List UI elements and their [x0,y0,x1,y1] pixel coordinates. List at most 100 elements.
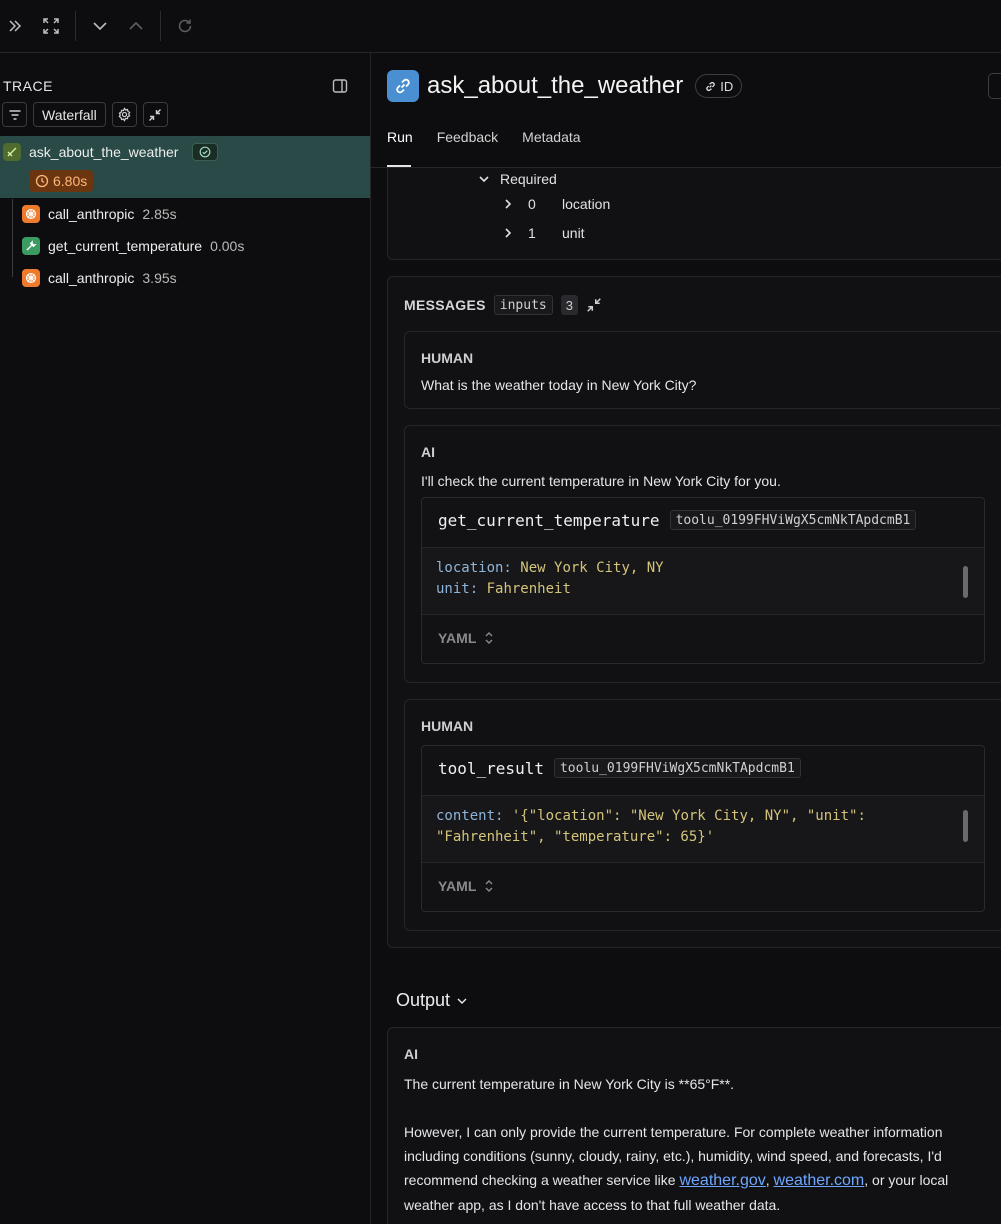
tab-feedback[interactable]: Feedback [437,129,498,145]
chevron-right-icon [505,228,512,238]
collapse-icon[interactable] [586,297,602,313]
arg-line: unit: Fahrenheit [436,581,571,597]
toolbar-divider [75,11,76,41]
expand-right-icon[interactable] [0,8,33,44]
chevron-updown-icon [485,880,493,892]
message-human: HUMAN What is the weather today in New Y… [404,331,1001,409]
messages-header: MESSAGES inputs 3 [404,295,602,315]
trace-child-row[interactable]: call_anthropic 2.85s [22,205,177,223]
trace-panel: TRACE Waterfall ask_about_the_weather 6.… [0,53,371,1224]
output-paragraph: However, I can only provide the current … [404,1124,949,1213]
duration-badge: 6.80s [29,170,94,192]
required-label: Required [500,171,557,187]
format-select[interactable]: YAML [438,630,494,646]
output-role: AI [404,1046,418,1062]
content-line: content: '{"location": "New York City, N… [436,808,866,824]
tool-schema-card: Required 0 location 1 unit [387,153,1001,260]
fullscreen-icon[interactable] [33,8,69,44]
tool-call-id: toolu_0199FHViWgX5cmNkTApdcmB1 [669,510,917,530]
trace-controls: Waterfall [2,102,168,127]
tabs-divider [371,167,1001,168]
sidebar-toggle-icon[interactable] [331,77,349,95]
tool-call-args: location: New York City, NY unit: Fahren… [422,547,984,615]
tree-connector [12,199,13,277]
output-paragraph: The current temperature in New York City… [404,1076,735,1092]
messages-card: MESSAGES inputs 3 HUMAN What is the weat… [387,276,1001,948]
toolbar-divider [160,11,161,41]
filter-icon[interactable] [2,102,27,127]
trace-child-row[interactable]: get_current_temperature 0.00s [22,237,244,255]
duration-value: 6.80s [53,173,88,189]
run-header: ask_about_the_weather ID Run Feedback Me… [371,53,1001,168]
collapse-icon[interactable] [142,102,168,127]
chain-icon [3,143,21,161]
arg-line: location: New York City, NY [436,560,664,576]
scrollbar[interactable] [963,810,968,842]
trace-child-name: call_anthropic [48,270,135,286]
link-chain-icon [387,70,419,102]
required-value: unit [562,225,585,241]
required-value: location [562,196,611,212]
trace-child-duration: 3.95s [142,270,177,286]
tool-result-box: tool_result toolu_0199FHViWgX5cmNkTApdcm… [421,745,985,912]
output-title: Output [396,990,451,1010]
message-role: HUMAN [421,350,474,366]
scrollbar[interactable] [963,566,968,598]
format-label: YAML [438,878,477,894]
run-title-row: ask_about_the_weather ID [387,70,743,102]
llm-icon [22,269,40,287]
tool-result-header: tool_result toolu_0199FHViWgX5cmNkTApdcm… [438,758,801,778]
required-item[interactable]: 1 unit [502,225,585,241]
trace-child-row[interactable]: call_anthropic 3.95s [22,269,177,287]
message-text: I'll check the current temperature in Ne… [421,473,781,489]
run-tabs: Run Feedback Metadata [387,129,581,145]
message-role: AI [421,444,435,460]
weather-gov-link[interactable]: weather.gov [679,1172,765,1189]
weather-com-link[interactable]: weather.com [774,1172,865,1189]
tab-metadata[interactable]: Metadata [522,129,580,145]
chevron-down-icon [479,176,489,183]
tool-result-content: content: '{"location": "New York City, N… [422,795,984,863]
trace-root-row[interactable]: ask_about_the_weather 6.80s [0,136,370,198]
messages-title: MESSAGES [404,297,486,313]
tab-run[interactable]: Run [387,129,413,145]
message-role: HUMAN [421,718,474,734]
tool-result-name: tool_result [438,758,544,778]
trace-root-node: ask_about_the_weather [3,143,219,161]
message-human: HUMAN tool_result toolu_0199FHViWgX5cmNk… [404,699,1001,931]
llm-icon [22,205,40,223]
message-text: What is the weather today in New York Ci… [421,377,697,393]
required-toggle[interactable]: Required [478,171,557,187]
output-card: AI The current temperature in New York C… [387,1027,1001,1224]
format-select[interactable]: YAML [438,878,494,894]
chevron-updown-icon [485,632,493,644]
message-count: 3 [560,295,578,315]
link-icon [706,81,715,91]
format-label: YAML [438,630,477,646]
required-index: 0 [528,196,536,212]
output-section-toggle[interactable]: Output [396,990,468,1011]
settings-gear-icon[interactable] [111,102,137,127]
run-detail-panel: Required 0 location 1 unit ask_about_the… [371,53,1001,1224]
tool-call-box: get_current_temperature toolu_0199FHViWg… [421,497,985,664]
refresh-icon[interactable] [167,8,203,44]
tool-call-header: get_current_temperature toolu_0199FHViWg… [438,510,917,530]
chevron-right-icon [505,199,512,209]
more-options-button[interactable] [988,73,1001,99]
chevron-up-icon[interactable] [118,8,154,44]
trace-root-name: ask_about_the_weather [29,144,179,160]
chevron-down-icon [457,998,467,1004]
copy-id-button[interactable]: ID [695,74,743,98]
success-check-icon [192,143,219,161]
required-index: 1 [528,225,536,241]
content-line: "Fahrenheit", "temperature": 65}' [436,829,715,845]
trace-child-duration: 2.85s [142,206,177,222]
clock-icon [35,174,49,188]
trace-child-name: get_current_temperature [48,238,203,254]
required-item[interactable]: 0 location [502,196,610,212]
wrench-icon [22,237,40,255]
id-label: ID [720,78,734,94]
view-mode-button[interactable]: Waterfall [33,102,106,127]
tool-call-name: get_current_temperature [438,510,660,530]
chevron-down-icon[interactable] [82,8,118,44]
